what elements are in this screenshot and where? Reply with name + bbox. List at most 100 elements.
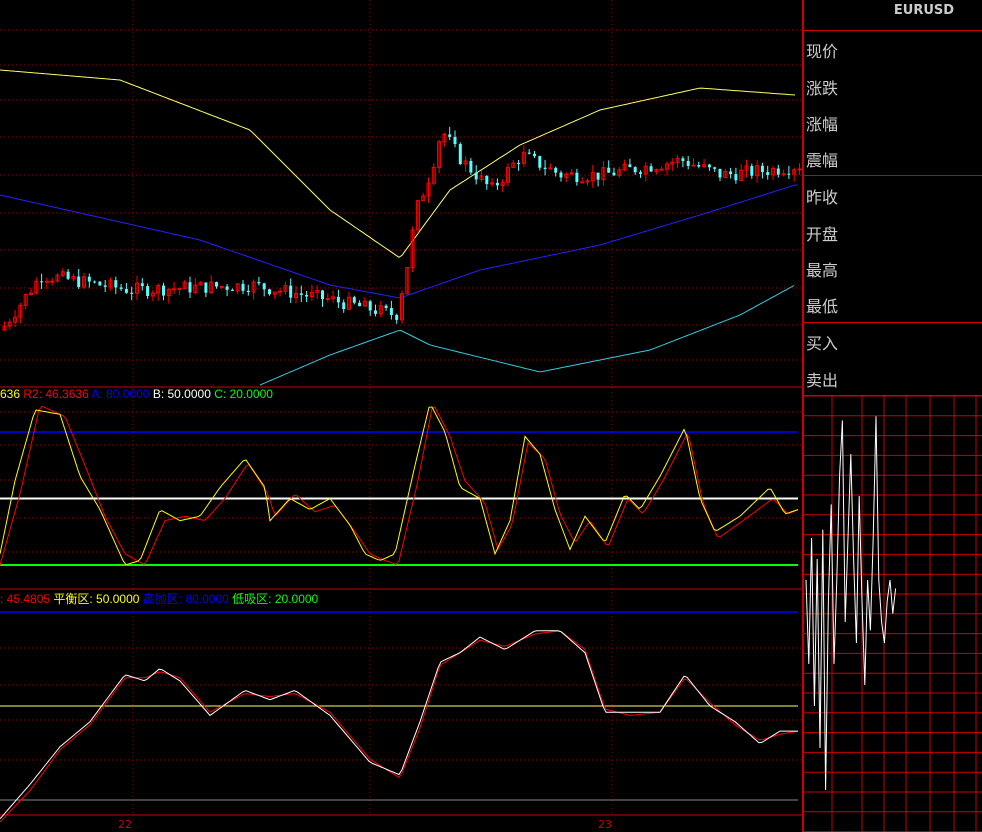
- osc2-white-line: [0, 630, 798, 820]
- legend-value: A: 80.0000: [91, 387, 153, 401]
- candle-down: [188, 282, 192, 293]
- candle-down: [596, 172, 600, 180]
- candle-down: [230, 289, 234, 291]
- tick-chart: [804, 396, 982, 832]
- tick-line: [805, 416, 897, 791]
- candle-down: [140, 283, 144, 287]
- candle-down: [718, 168, 722, 178]
- quote-label-low: 最低: [806, 297, 839, 316]
- candle-down: [98, 281, 102, 286]
- candle-down: [77, 276, 81, 288]
- candle-up: [219, 285, 224, 288]
- legend-value: 高抛区: 80.0000: [142, 592, 233, 606]
- candle-down: [776, 168, 780, 175]
- candle-up: [691, 164, 696, 167]
- candle-down: [766, 172, 770, 175]
- indicator1-legend: 636 R2: 46.3636 A: 80.0000 B: 50.0000 C:…: [0, 387, 273, 401]
- candle-down: [257, 282, 261, 284]
- candle-down: [289, 285, 293, 298]
- candle-down: [453, 136, 457, 145]
- candle-down: [681, 158, 685, 162]
- candle-down: [321, 290, 324, 300]
- candle-down: [225, 286, 229, 290]
- candle-down: [729, 171, 733, 175]
- quote-label-ask: 卖出: [806, 371, 839, 390]
- quote-label-prev-close: 昨收: [806, 188, 839, 207]
- candle-down: [760, 165, 764, 173]
- candle-down: [628, 164, 632, 168]
- indicator2-legend: : 45.4805 平衡区: 50.0000 高抛区: 80.0000 低吸区:…: [0, 590, 318, 607]
- candle-down: [368, 301, 372, 311]
- candle-down: [262, 283, 266, 290]
- candle-down: [299, 293, 303, 295]
- candle-down: [103, 285, 107, 287]
- candle-down: [697, 165, 701, 167]
- candle-up: [44, 280, 49, 283]
- candle-down: [130, 292, 134, 294]
- bollinger-lower: [259, 285, 795, 386]
- legend-value: 636: [0, 387, 24, 401]
- candle-down: [469, 160, 473, 173]
- candle-down: [215, 282, 218, 287]
- candle-down: [750, 165, 754, 176]
- candle-down: [612, 172, 616, 176]
- osc1-k-line: [0, 406, 799, 566]
- candle-down: [374, 310, 377, 314]
- candle-down: [336, 296, 340, 303]
- legend-value: 平衡区: 50.0000: [53, 592, 143, 606]
- candle-down: [527, 152, 531, 154]
- legend-value: B: 50.0000: [152, 387, 215, 401]
- candle-down: [114, 280, 118, 288]
- candle-down: [246, 290, 250, 293]
- candle-down: [607, 167, 611, 173]
- candle-down: [241, 283, 245, 291]
- candle-down: [495, 182, 499, 186]
- candle-down: [204, 282, 208, 293]
- candle-up: [781, 173, 786, 176]
- candle-down: [517, 163, 521, 165]
- candle-down: [342, 302, 346, 310]
- kline-chart[interactable]: [0, 0, 802, 832]
- candle-down: [554, 167, 558, 173]
- candle-up: [580, 181, 585, 184]
- candle-down: [559, 172, 563, 178]
- candle-down: [395, 314, 399, 320]
- candle-down: [458, 144, 462, 164]
- quote-label-open: 开盘: [806, 225, 839, 244]
- date-label: 22: [118, 818, 132, 831]
- candle-down: [485, 175, 489, 185]
- candle-down: [87, 276, 91, 282]
- candle-down: [119, 287, 123, 289]
- legend-value: 低吸区: 20.0000: [232, 592, 319, 606]
- candle-up: [50, 280, 55, 283]
- candle-down: [533, 153, 536, 157]
- osc2-red-line: [0, 630, 799, 823]
- candle-up: [172, 288, 177, 291]
- candle-down: [305, 294, 309, 297]
- candle-down: [639, 172, 642, 174]
- legend-value: R2: 46.3636: [23, 387, 92, 401]
- candle-up: [797, 168, 802, 171]
- candle-down: [707, 164, 711, 168]
- candle-down: [268, 289, 271, 295]
- moving-average: [0, 184, 798, 299]
- quote-label-amplitude: 震幅: [806, 151, 839, 170]
- candle-down: [146, 286, 150, 296]
- osc1-r2-line: [0, 405, 799, 566]
- quote-label-change-pct: 涨幅: [806, 115, 839, 134]
- candle-down: [389, 307, 393, 315]
- candle-down: [713, 167, 717, 169]
- candle-down: [686, 161, 690, 166]
- candle-up: [177, 287, 182, 290]
- candle-up: [659, 168, 664, 171]
- candle-down: [40, 281, 44, 283]
- candle-down: [162, 285, 165, 296]
- candle-down: [787, 173, 791, 175]
- bollinger-upper: [0, 69, 796, 258]
- quote-label-bid: 买入: [806, 334, 839, 353]
- candle-down: [66, 271, 70, 279]
- candle-down: [93, 281, 97, 283]
- candle-down: [575, 172, 579, 182]
- candle-down: [543, 167, 547, 169]
- candle-up: [325, 298, 330, 301]
